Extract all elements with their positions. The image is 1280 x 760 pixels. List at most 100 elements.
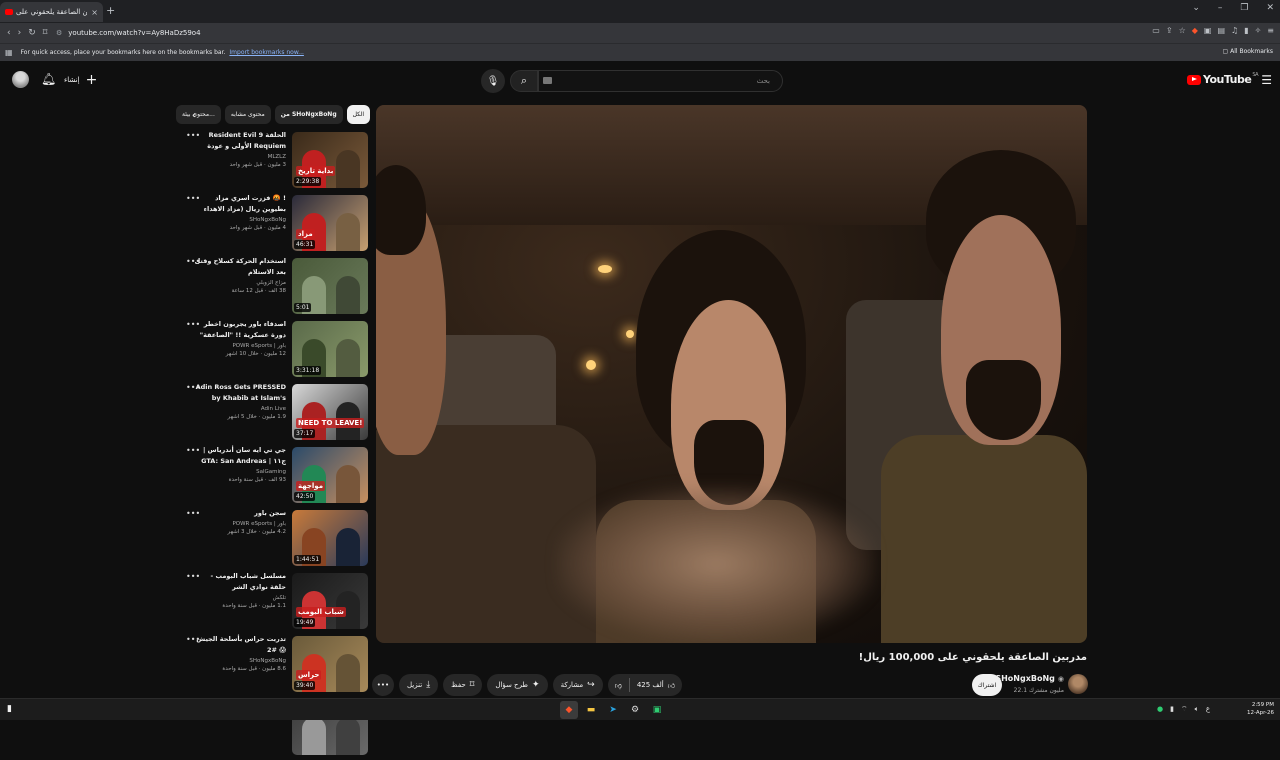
chip-environment[interactable]: محتوى بيئة...	[176, 105, 221, 124]
download-button[interactable]: تنزيل ⤓	[399, 674, 439, 696]
taskbar-clock[interactable]: 2:59 PM 12-Apr-26	[1247, 701, 1274, 717]
leo-icon[interactable]: ✧	[1255, 26, 1262, 35]
chip-related[interactable]: محتوى مشابه	[224, 105, 271, 124]
chips-prev-arrow-icon[interactable]: ‹	[192, 110, 196, 121]
recommendation-title[interactable]: اصدقاء باور يجربون اخطر دورة عسكرية !! "…	[194, 319, 286, 341]
forward-icon[interactable]: ›	[18, 28, 22, 38]
keyboard-icon[interactable]	[543, 77, 552, 84]
recommendation-channel[interactable]: Adin Live	[194, 406, 286, 412]
recommendation-item[interactable]: 5:01 استخدام الحركة كسلاح وقتل بعد الاستل…	[182, 256, 370, 319]
recommendation-title[interactable]: استخدام الحركة كسلاح وقتل بعد الاستلام	[194, 256, 286, 278]
dislike-button[interactable]: 👎︎	[608, 674, 629, 696]
recommendation-channel[interactable]: باور | POWR eSports	[194, 521, 286, 527]
video-thumbnail[interactable]: 3:31:18	[292, 321, 368, 377]
more-options-icon[interactable]: •••	[186, 509, 200, 518]
more-options-icon[interactable]: •••	[186, 635, 200, 644]
extensions-icon[interactable]: ▣	[1204, 26, 1212, 35]
search-button[interactable]: ⌕	[510, 70, 538, 92]
more-options-icon[interactable]: •••	[186, 446, 200, 455]
recommendation-channel[interactable]: SHoNgxBoNg	[194, 658, 286, 664]
video-thumbnail[interactable]: شباب البومب 19:49	[292, 573, 368, 629]
site-info-icon[interactable]: ⚙	[56, 29, 62, 37]
share-button[interactable]: مشاركة ↪	[552, 674, 603, 696]
media-icon[interactable]: ♫	[1231, 26, 1238, 35]
more-options-icon[interactable]: •••	[186, 572, 200, 581]
more-options-icon[interactable]: •••	[186, 257, 200, 266]
brave-shield-icon[interactable]: ◆	[1192, 26, 1198, 35]
recommendation-title[interactable]: ! 🤬 فزرت اسري مزاد بطيوين ريال (مزاد الا…	[194, 193, 286, 215]
bookmark-star-icon[interactable]: ☆	[1179, 26, 1186, 35]
more-options-icon[interactable]: •••	[186, 320, 200, 329]
recommendation-item[interactable]: 3:31:18 اصدقاء باور يجربون اخطر دورة عسكر…	[182, 319, 370, 382]
new-tab-button[interactable]: +	[106, 4, 115, 17]
video-thumbnail[interactable]: بداية تاريخ 2:29:38	[292, 132, 368, 188]
recommendation-channel[interactable]: SalGaming	[194, 469, 286, 475]
close-window-button[interactable]: ✕	[1266, 3, 1274, 13]
tray-app-icon[interactable]: ●	[1157, 705, 1163, 714]
recommendation-channel[interactable]: MLZLZ	[194, 154, 286, 160]
share-page-icon[interactable]: ⇪	[1166, 26, 1173, 35]
like-button[interactable]: 425 ألف 👍︎	[630, 674, 682, 696]
recommendation-item[interactable]: بداية تاريخ 2:29:38 الحلقة Resident Evil 9…	[182, 130, 370, 193]
youtube-logo[interactable]: YouTube SA	[1187, 72, 1258, 86]
browser-tab[interactable]: مدربين الصاعقة يلحقوني على ×	[0, 2, 103, 22]
video-thumbnail[interactable]: حراس 39:40	[292, 636, 368, 692]
recommendation-item[interactable]: 1:44:51 سجن باور باور | POWR eSports 4.2 مل…	[182, 508, 370, 571]
tab-close-icon[interactable]: ×	[91, 8, 98, 17]
tab-search-icon[interactable]: ⌄	[1192, 3, 1200, 13]
voice-search-mic-icon[interactable]: 🎙︎	[481, 69, 505, 93]
battery-icon[interactable]: ▮	[1170, 705, 1174, 714]
recommendation-title[interactable]: الحلقة Resident Evil 9 Requiem الأولى و …	[194, 130, 286, 152]
recommendation-item[interactable]: NEED TO LEAVE! 37:17 Adin Ross Gets PRESSE…	[182, 382, 370, 445]
file-explorer-icon[interactable]: ▬	[582, 701, 600, 719]
video-thumbnail[interactable]: مواجهة 42:50	[292, 447, 368, 503]
input-language[interactable]: ع	[1206, 705, 1210, 714]
recommendation-title[interactable]: سجن باور	[194, 508, 286, 519]
bookmark-icon[interactable]: ⌑	[43, 28, 48, 38]
recommendation-item[interactable]: مزاد 46:31 ! 🤬 فزرت اسري مزاد بطيوين ريال …	[182, 193, 370, 256]
minimize-button[interactable]: –	[1218, 3, 1223, 13]
recommendation-title[interactable]: مسلسل شباب البومب - حلقة نوادي الشر	[194, 571, 286, 593]
recommendation-item[interactable]: حراس 39:40 تدربت حراس بأسلحة الجيش 😱 #2 SHo…	[182, 634, 370, 697]
recommendation-channel[interactable]: باور | POWR eSports	[194, 343, 286, 349]
search-input[interactable]: بحث	[538, 70, 783, 92]
more-options-icon[interactable]: •••	[186, 131, 200, 140]
recommendation-title[interactable]: جي تي ايه سان أندرياس | ج١١ | GTA: San A…	[194, 445, 286, 467]
channel-avatar[interactable]	[1068, 674, 1088, 694]
recommendation-title[interactable]: تدربت حراس بأسلحة الجيش 😱 #2	[194, 634, 286, 656]
brave-browser-icon[interactable]: ◆	[560, 701, 578, 719]
apps-icon[interactable]: ▦	[5, 48, 13, 57]
wifi-icon[interactable]: ⌔	[1181, 705, 1188, 714]
menu-icon[interactable]: ≡	[1267, 26, 1274, 35]
settings-icon[interactable]: ⚙	[626, 701, 644, 719]
chip-all[interactable]: الكل	[346, 105, 370, 124]
video-thumbnail[interactable]: NEED TO LEAVE! 37:17	[292, 384, 368, 440]
recommendation-channel[interactable]: SHoNgxBoNg	[194, 217, 286, 223]
volume-icon[interactable]: 🔈︎	[1195, 705, 1199, 714]
cast-icon[interactable]: ▭	[1152, 26, 1160, 35]
recommendation-item[interactable]: شباب البومب 19:49 مسلسل شباب البومب - حلقة…	[182, 571, 370, 634]
more-options-icon[interactable]: •••	[186, 383, 200, 392]
recommendation-item[interactable]: مواجهة 42:50 جي تي ايه سان أندرياس | ج١١ |…	[182, 445, 370, 508]
address-bar[interactable]: ⚙ youtube.com/watch?v=Ay8HaDz59o4	[56, 25, 1156, 40]
back-icon[interactable]: ‹	[7, 28, 11, 38]
more-options-icon[interactable]: •••	[186, 194, 200, 203]
import-bookmarks-link[interactable]: Import bookmarks now...	[229, 49, 304, 56]
account-avatar[interactable]	[12, 71, 29, 88]
recommendation-title[interactable]: Adin Ross Gets PRESSED by Khabib at Isla…	[194, 382, 286, 404]
subscribe-button[interactable]: اشتراك	[972, 674, 1002, 696]
more-actions-button[interactable]: •••	[372, 674, 394, 696]
show-desktop-icon[interactable]: ▮	[7, 704, 12, 714]
create-button[interactable]: إنشاء +	[64, 72, 97, 88]
restore-button[interactable]: ❐	[1240, 3, 1248, 13]
chip-from-channel[interactable]: من SHoNgxBoNg	[274, 105, 343, 124]
save-button[interactable]: حفظ ⌑	[443, 674, 483, 696]
video-player[interactable]	[376, 105, 1087, 643]
all-bookmarks-button[interactable]: ▢ All Bookmarks	[1223, 48, 1273, 55]
guide-menu-icon[interactable]: ☰	[1261, 73, 1272, 87]
ask-button[interactable]: طرح سؤال ✦	[487, 674, 548, 696]
video-thumbnail[interactable]: مزاد 46:31	[292, 195, 368, 251]
notifications-bell-icon[interactable]: 🔔︎	[41, 72, 56, 86]
downloads-icon[interactable]: ▮	[1244, 26, 1248, 35]
reload-icon[interactable]: ↻	[28, 28, 36, 38]
